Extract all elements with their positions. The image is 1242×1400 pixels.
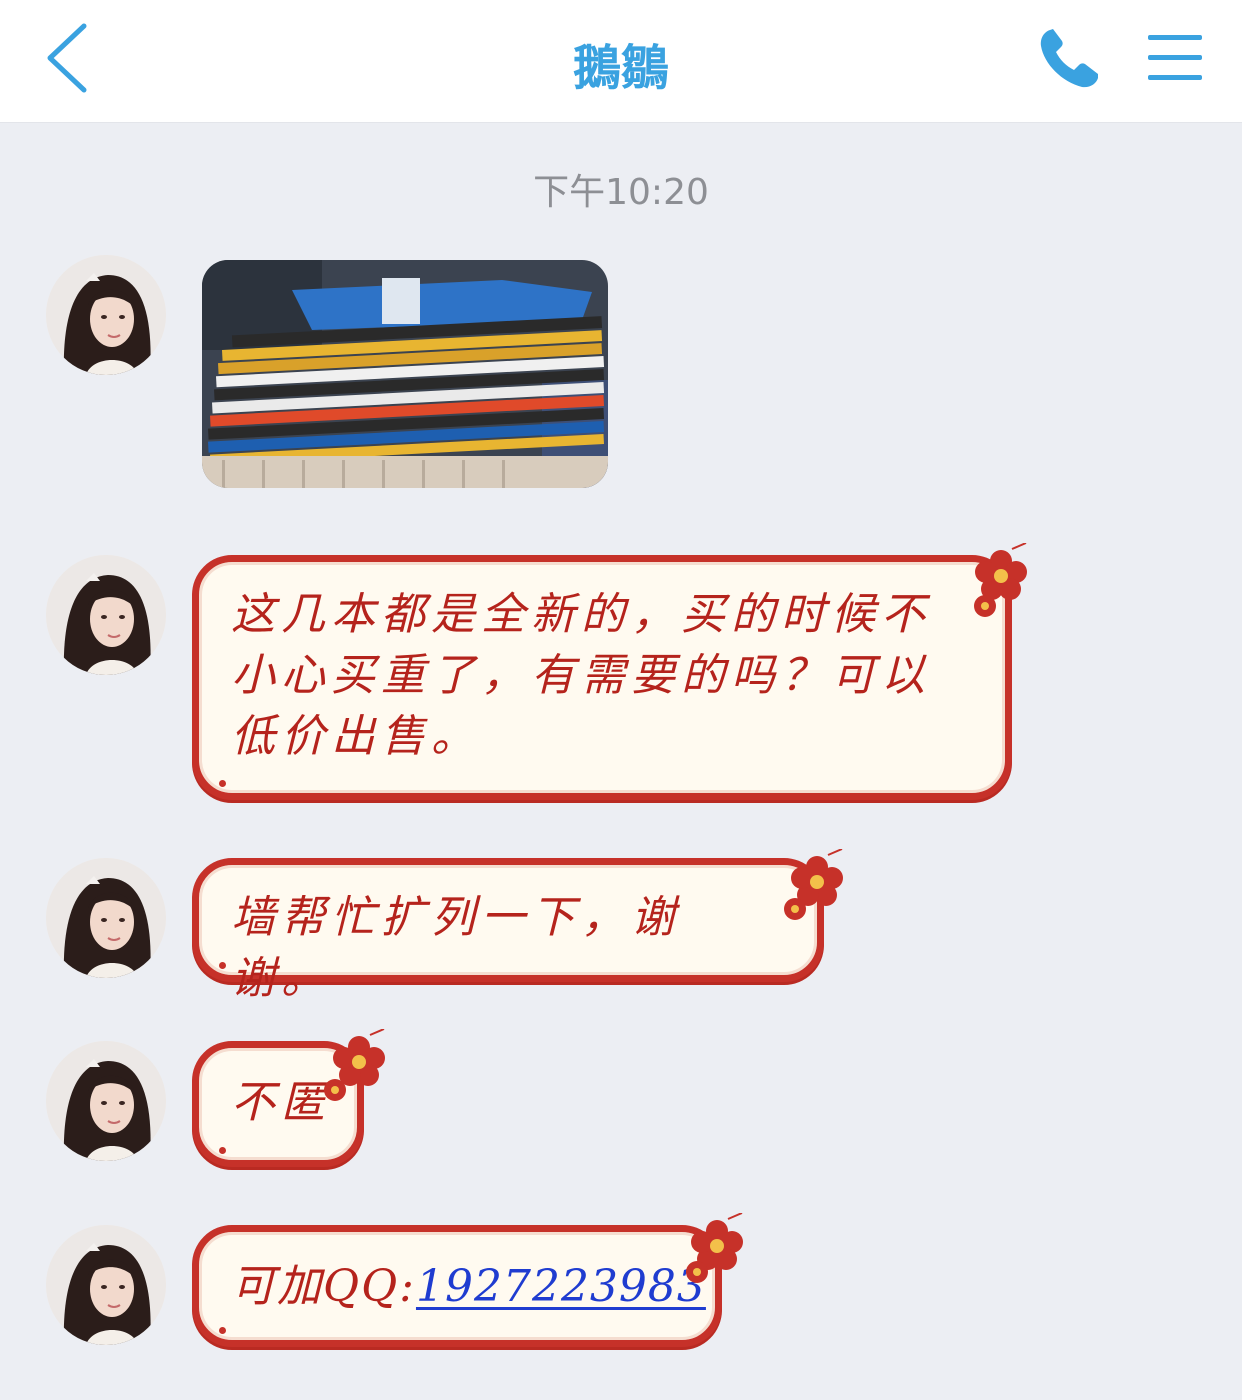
bubble-dot xyxy=(219,962,226,969)
message-text: 可加QQ:1927223983 xyxy=(231,1256,705,1317)
message-timestamp: 下午10:20 xyxy=(533,172,709,213)
sender-avatar[interactable] xyxy=(46,1225,166,1345)
hamburger-menu-icon xyxy=(1148,35,1202,80)
avatar-image xyxy=(46,1225,166,1345)
menu-button[interactable] xyxy=(1146,32,1204,84)
chat-header: 鵝鶵 xyxy=(0,0,1242,123)
phone-icon xyxy=(1040,29,1098,88)
sender-avatar[interactable] xyxy=(46,858,166,978)
sender-avatar[interactable] xyxy=(46,1041,166,1161)
sender-avatar[interactable] xyxy=(46,555,166,675)
avatar-image xyxy=(46,255,166,375)
text-message-bubble[interactable]: 墙帮忙扩列一下，谢谢。 xyxy=(192,858,824,1004)
message-text: 这几本都是全新的，买的时候不小心买重了，有需要的吗？可以低价出售。 xyxy=(231,589,931,762)
message-text: 墙帮忙扩列一下，谢谢。 xyxy=(231,892,681,1004)
avatar-image xyxy=(46,1041,166,1161)
qq-number-link[interactable]: 1927223983 xyxy=(416,1261,706,1312)
message-list[interactable]: 下午10:20 这几本都是全新的，买的时候不小心买重了，有需要的吗？可以低价出售… xyxy=(0,123,1242,1400)
bubble-dot xyxy=(219,780,226,787)
bubble-dot xyxy=(219,1327,226,1334)
qq-prefix: 可加QQ: xyxy=(231,1261,416,1312)
plum-bud-icon xyxy=(784,898,806,920)
plum-bud-icon xyxy=(324,1079,346,1101)
bubble-dot xyxy=(219,1147,226,1154)
avatar-image xyxy=(46,858,166,978)
plum-bud-icon xyxy=(686,1261,708,1283)
image-message[interactable] xyxy=(202,260,608,488)
text-message-bubble[interactable]: 可加QQ:1927223983 xyxy=(192,1225,722,1347)
books-photo xyxy=(202,260,608,488)
sender-avatar[interactable] xyxy=(46,255,166,375)
call-button[interactable] xyxy=(1036,26,1102,92)
avatar-image xyxy=(46,555,166,675)
text-message-bubble[interactable]: 这几本都是全新的，买的时候不小心买重了，有需要的吗？可以低价出售。 xyxy=(192,555,1012,800)
plum-bud-icon xyxy=(974,595,996,617)
